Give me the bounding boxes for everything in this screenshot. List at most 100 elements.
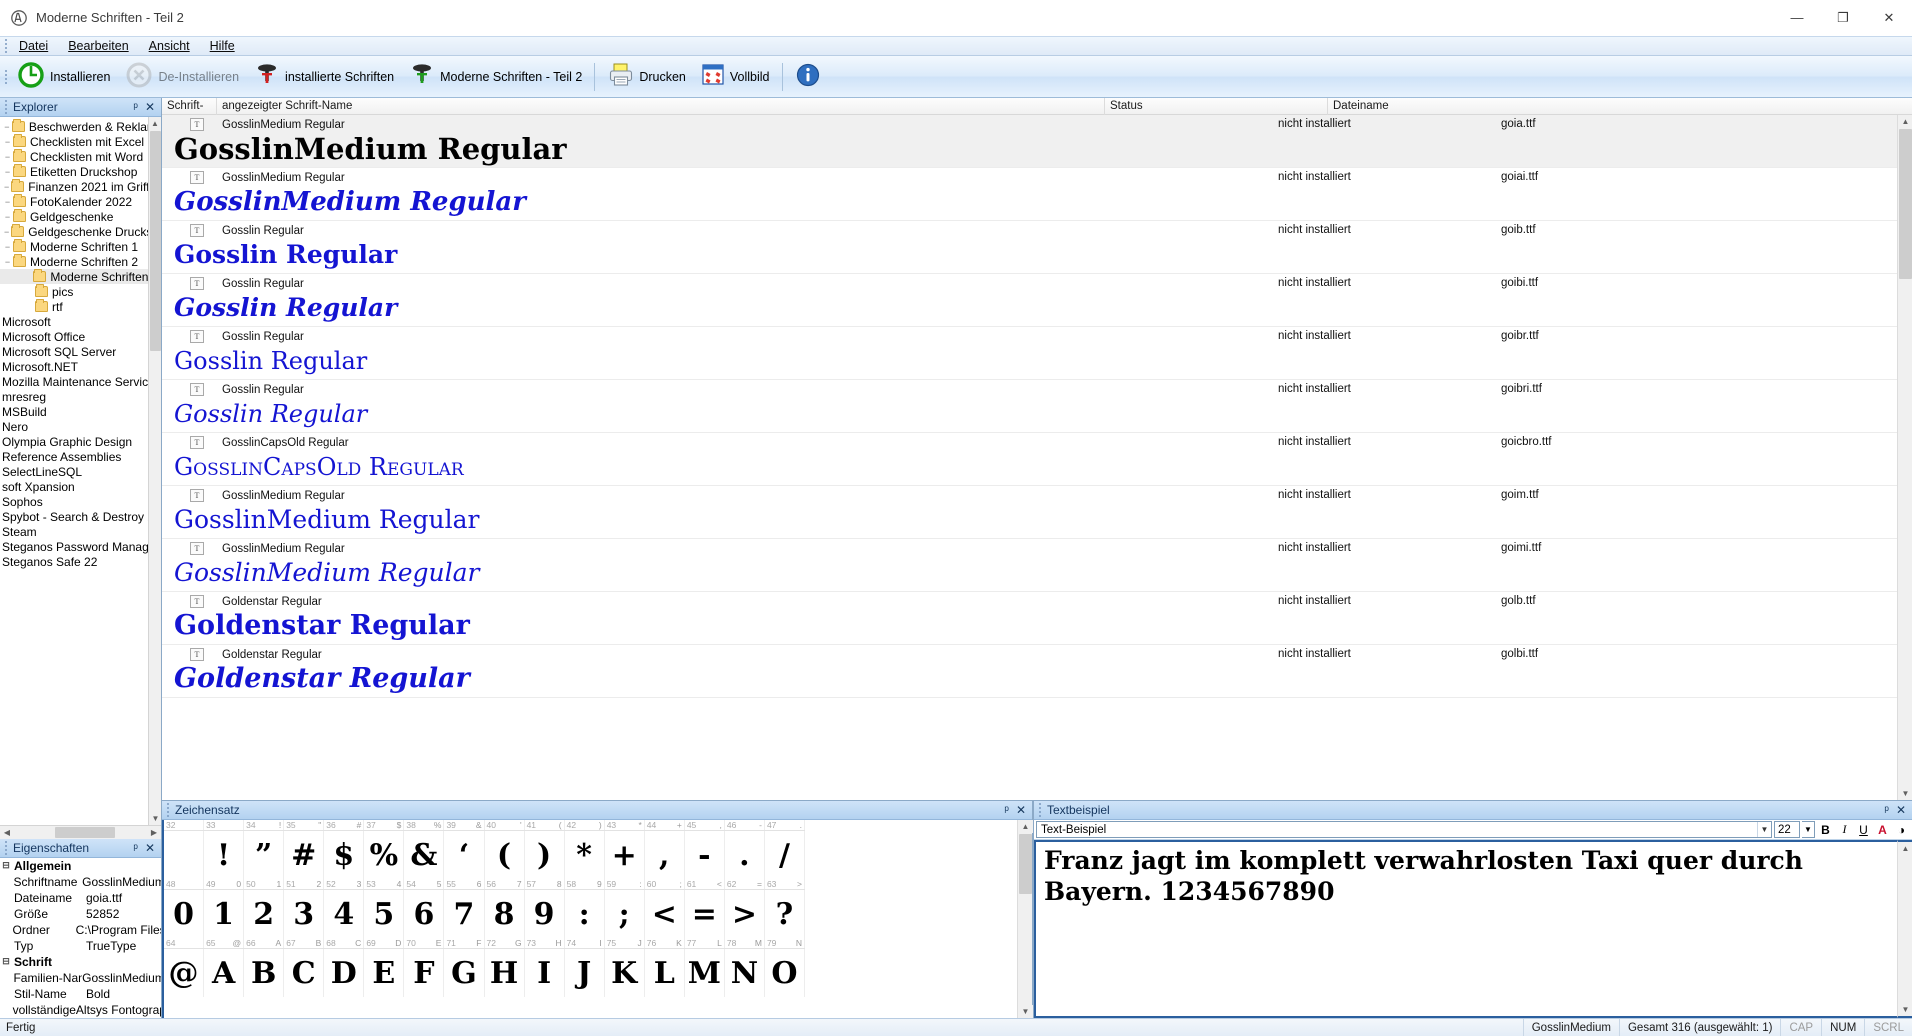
property-row[interactable]: SchriftnameGosslinMedium (0, 874, 161, 890)
tree-node[interactable]: −Finanzen 2021 im Griff mit Ex (0, 179, 161, 194)
tree-node[interactable]: Microsoft (0, 314, 161, 329)
explorer-horizontal-scrollbar[interactable]: ◀ ▶ (0, 825, 161, 839)
charmap-cell[interactable]: H (485, 949, 525, 997)
charmap-vertical-scrollbar[interactable]: ▲ ▼ (1017, 820, 1032, 1018)
sample-text-content[interactable]: Franz jagt im komplett verwahrlosten Tax… (1034, 840, 1897, 1018)
tree-expander-icon[interactable]: − (2, 242, 13, 252)
charmap-grid[interactable]: 323334!35"36#37$38%39&40'41(42)43*44+45,… (162, 820, 805, 1018)
tree-node[interactable]: Sophos (0, 494, 161, 509)
property-row[interactable]: TypTrueType (0, 938, 161, 954)
tree-expander-icon[interactable]: − (2, 122, 12, 132)
charmap-cell[interactable]: , (645, 831, 685, 879)
charmap-cell[interactable]: ‘ (444, 831, 484, 879)
italic-button[interactable]: I (1836, 821, 1853, 838)
charmap-scroll-down-icon[interactable]: ▼ (1018, 1005, 1033, 1018)
menu-bearbeiten[interactable]: Bearbeiten (58, 37, 138, 55)
tree-node[interactable]: rtf (0, 299, 161, 314)
tree-node[interactable]: Steam (0, 524, 161, 539)
charmap-cell[interactable]: : (565, 890, 605, 938)
charmap-cell[interactable]: + (605, 831, 645, 879)
tree-node[interactable]: Steganos Safe 22 (0, 554, 161, 569)
charmap-cell[interactable]: ; (605, 890, 645, 938)
tree-expander-icon[interactable]: − (2, 152, 13, 162)
font-list-row[interactable]: TGosslin RegularGosslin Regularnicht ins… (162, 274, 1897, 327)
charmap-cell[interactable]: B (244, 949, 284, 997)
info-button[interactable] (788, 58, 832, 96)
column-header-status[interactable]: Status (1105, 98, 1328, 115)
charmap-cell[interactable]: ) (525, 831, 565, 879)
charmap-cell[interactable]: 7 (444, 890, 484, 938)
tree-node[interactable]: −FotoKalender 2022 (0, 194, 161, 209)
uninstall-button[interactable]: De-Installieren (117, 58, 246, 96)
tree-node[interactable]: −Geldgeschenke Druckshop 8. (0, 224, 161, 239)
sample-scroll-up-icon[interactable]: ▲ (1898, 842, 1912, 855)
column-header-schrift-info[interactable]: Schrift-Info (162, 98, 217, 115)
font-list-scroll-down-icon[interactable]: ▼ (1898, 787, 1912, 800)
sample-text-select[interactable]: Text-Beispiel ▼ (1036, 821, 1772, 838)
charmap-cell[interactable]: ” (244, 831, 284, 879)
tree-node[interactable]: mresreg (0, 389, 161, 404)
charmap-cell[interactable]: 1 (204, 890, 244, 938)
font-list-scroll-thumb[interactable] (1899, 129, 1912, 279)
tree-node[interactable]: −Checklisten mit Excel (0, 134, 161, 149)
charmap-cell[interactable]: ! (204, 831, 244, 879)
fullscreen-button[interactable]: Vollbild (693, 58, 777, 96)
properties-close-icon[interactable]: ✕ (145, 842, 155, 854)
tree-node[interactable]: −Etiketten Druckshop (0, 164, 161, 179)
tree-node[interactable]: −Beschwerden & Reklamatio (0, 119, 161, 134)
font-list-row[interactable]: TGosslin RegularGosslin Regularnicht ins… (162, 380, 1897, 433)
chevron-down-icon[interactable]: ▼ (1757, 822, 1771, 837)
tree-expander-icon[interactable]: − (2, 182, 11, 192)
sample-size-dropdown-icon[interactable]: ▼ (1802, 821, 1815, 838)
tree-node[interactable]: Spybot - Search & Destroy 2 (0, 509, 161, 524)
menu-ansicht[interactable]: Ansicht (139, 37, 200, 55)
charmap-cell[interactable]: $ (324, 831, 364, 879)
column-header-dateiname[interactable]: Dateiname (1328, 98, 1912, 115)
tree-node[interactable]: −Geldgeschenke (0, 209, 161, 224)
maximize-button[interactable]: ❐ (1820, 0, 1866, 36)
charmap-cell[interactable]: % (364, 831, 404, 879)
charmap-cell[interactable]: / (765, 831, 805, 879)
property-row[interactable]: OrdnerC:\Program Files ( (0, 922, 161, 938)
tree-node[interactable]: Mozilla Maintenance Service (0, 374, 161, 389)
explorer-scroll-up-icon[interactable]: ▲ (149, 117, 161, 130)
charmap-pin-icon[interactable]: ᵖ (1004, 804, 1009, 816)
charmap-close-icon[interactable]: ✕ (1016, 804, 1026, 816)
charmap-cell[interactable]: 9 (525, 890, 565, 938)
charmap-cell[interactable]: D (324, 949, 364, 997)
charmap-cell[interactable]: C (284, 949, 324, 997)
menu-hilfe[interactable]: Hilfe (200, 37, 245, 55)
charmap-cell[interactable]: N (725, 949, 765, 997)
tree-node[interactable]: −Moderne Schriften 2 (0, 254, 161, 269)
font-list-row[interactable]: TGoldenstar RegularGoldenstar Regularnic… (162, 592, 1897, 645)
property-row[interactable]: Dateinamegoia.ttf (0, 890, 161, 906)
charmap-cell[interactable]: J (565, 949, 605, 997)
tree-expander-icon[interactable]: − (2, 212, 13, 222)
column-header-angezeigter-schrift-name[interactable]: angezeigter Schrift-Name (217, 98, 1105, 115)
explorer-close-icon[interactable]: ✕ (145, 101, 155, 113)
charmap-cell[interactable]: - (685, 831, 725, 879)
tree-node[interactable]: −Moderne Schriften 1 (0, 239, 161, 254)
charmap-cell[interactable] (164, 831, 204, 879)
charmap-cell[interactable]: O (765, 949, 805, 997)
charmap-cell[interactable]: M (685, 949, 725, 997)
charmap-cell[interactable]: & (404, 831, 444, 879)
properties-pin-icon[interactable]: ᵖ (133, 842, 138, 854)
print-button[interactable]: Drucken (600, 58, 693, 96)
charmap-scroll-up-icon[interactable]: ▲ (1018, 820, 1033, 833)
property-row[interactable]: Familien-NameGosslinMedium (0, 970, 161, 986)
tree-node[interactable]: pics (0, 284, 161, 299)
font-list-row[interactable]: TGosslin RegularGosslin Regularnicht ins… (162, 221, 1897, 274)
tree-node[interactable]: MSBuild (0, 404, 161, 419)
font-list-row[interactable]: TGoldenstar RegularGoldenstar Regularnic… (162, 645, 1897, 698)
explorer-vertical-scrollbar[interactable]: ▲ ▼ (148, 117, 161, 825)
property-group-row[interactable]: ⊟Schrift (0, 954, 161, 970)
charmap-cell[interactable]: 4 (324, 890, 364, 938)
charmap-cell[interactable]: > (725, 890, 765, 938)
tree-node[interactable]: Microsoft.NET (0, 359, 161, 374)
charmap-cell[interactable]: L (645, 949, 685, 997)
bold-button[interactable]: B (1817, 821, 1834, 838)
charmap-cell[interactable]: ? (765, 890, 805, 938)
charmap-cell[interactable]: . (725, 831, 765, 879)
charmap-cell[interactable]: F (404, 949, 444, 997)
